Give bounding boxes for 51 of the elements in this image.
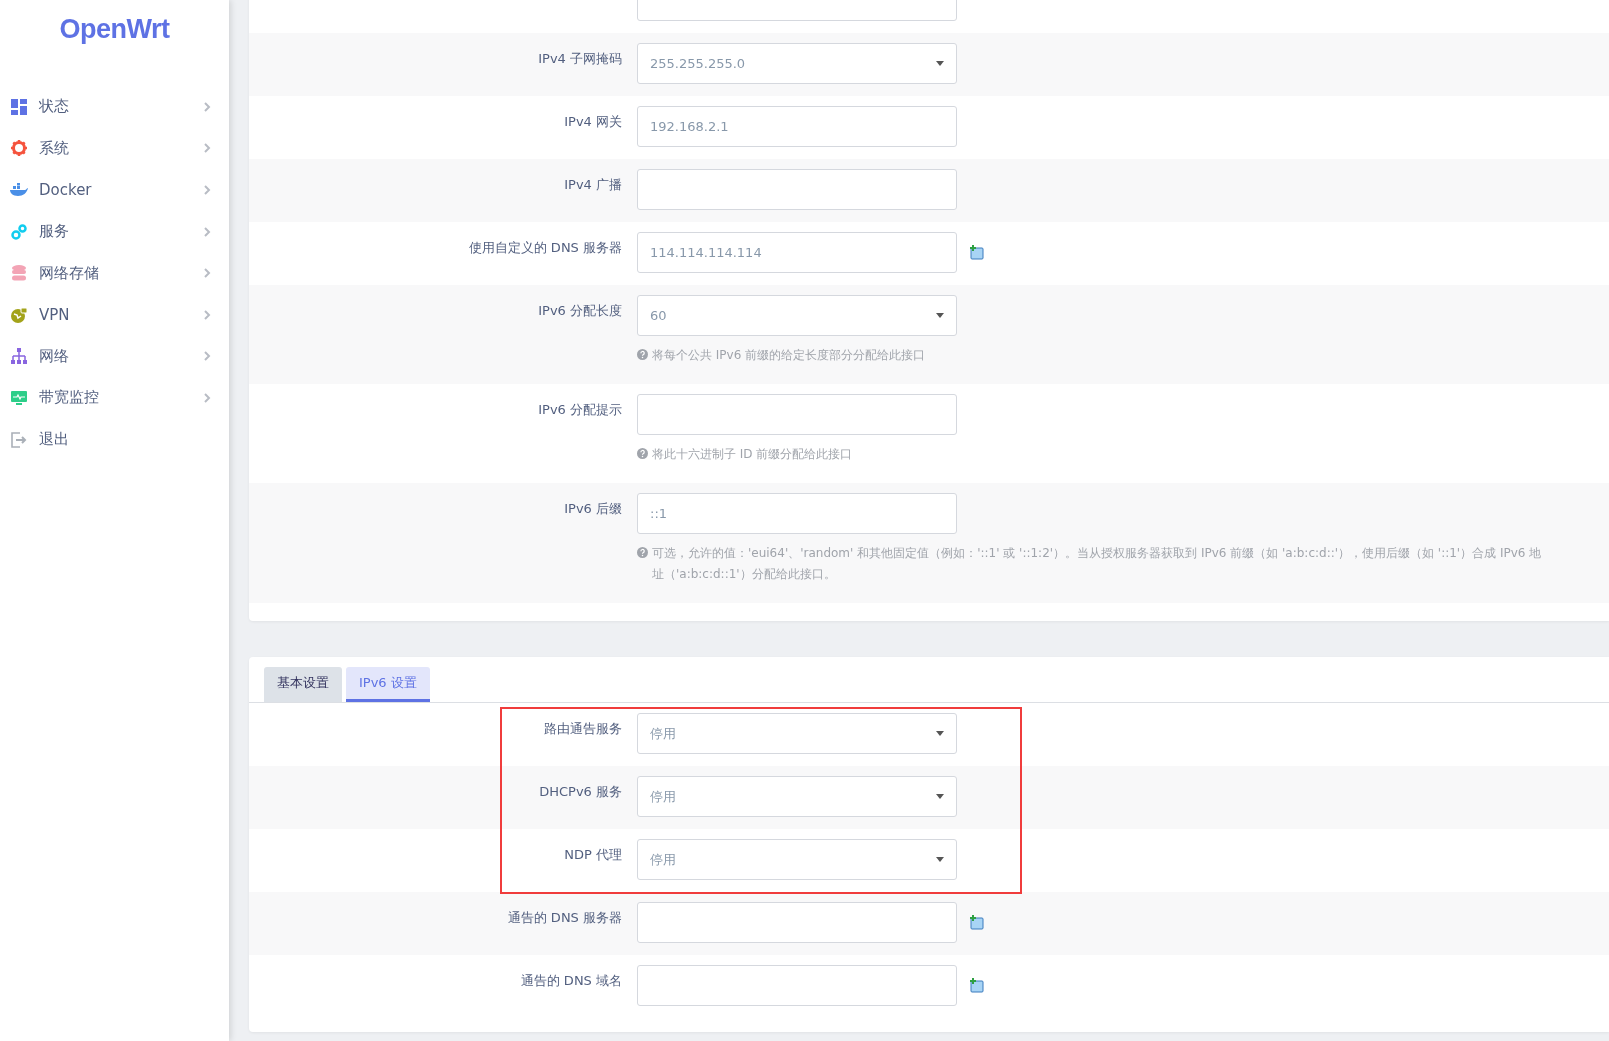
gear-icon: [10, 140, 28, 157]
tab[interactable]: 基本设置: [264, 667, 342, 702]
help-icon: [637, 349, 648, 360]
tab[interactable]: IPv6 设置: [346, 667, 430, 702]
help-icon: [637, 547, 648, 558]
sidebar-item[interactable]: 服务: [0, 210, 229, 253]
globe-lock-icon: [10, 306, 28, 323]
dashboard-icon: [10, 98, 28, 115]
whale-icon: [10, 183, 28, 197]
field-label: 通告的 DNS 域名: [520, 972, 622, 990]
logout-icon: [10, 431, 28, 448]
field-label: 路由通告服务: [544, 720, 622, 738]
field-label: NDP 代理: [564, 846, 622, 864]
input-field[interactable]: [637, 965, 957, 1006]
sidebar-item[interactable]: Docker: [0, 169, 229, 211]
add-button[interactable]: [969, 915, 984, 930]
field-label: IPv4 网关: [564, 113, 622, 131]
caret-icon: [936, 313, 944, 318]
database-icon: [10, 265, 28, 282]
caret-icon: [936, 61, 944, 66]
field-label: IPv6 分配长度: [538, 302, 622, 320]
gears-icon: [10, 223, 28, 240]
field-label: 通告的 DNS 服务器: [507, 909, 622, 927]
caret-icon: [936, 794, 944, 799]
sidebar-item[interactable]: 状态: [0, 86, 229, 128]
field-label: IPv4 子网掩码: [538, 50, 622, 68]
logo: OpenWrt: [58, 13, 171, 46]
field-label: IPv4 广播: [564, 176, 622, 194]
help-icon: [637, 448, 648, 459]
input-field[interactable]: [637, 169, 957, 210]
sidebar-item[interactable]: VPN: [0, 293, 229, 336]
sidebar-item[interactable]: 网络: [0, 335, 229, 378]
add-button[interactable]: [969, 978, 984, 993]
sidebar-item[interactable]: 退出: [0, 418, 229, 461]
monitor-icon: [10, 389, 28, 406]
sidebar-item[interactable]: 网络存储: [0, 252, 229, 294]
field-label: 使用自定义的 DNS 服务器: [468, 239, 622, 257]
input-field[interactable]: [637, 902, 957, 943]
sitemap-icon: [10, 348, 28, 365]
sidebar-item[interactable]: 系统: [0, 127, 229, 170]
add-button[interactable]: [969, 245, 984, 260]
caret-icon: [936, 857, 944, 862]
help-text: 将每个公共 IPv6 前缀的给定长度部分分配给此接口: [652, 347, 926, 364]
field-label: IPv6 分配提示: [538, 401, 622, 419]
help-text: 将此十六进制子 ID 前缀分配给此接口: [652, 446, 853, 463]
help-text: 可选，允许的值：'eui64'、'random' 和其他固定值（例如：'::1' 或 '::1:2'）。当从授权服务器获取到 IPv6 前缀（如 'a:b:c:d::'），使用后缀（如 '::1'）合成 IPv6 地址（'a:b:c:d::1'）分配给此接口。: [652, 545, 1543, 583]
field-label: IPv6 后缀: [564, 500, 622, 518]
sidebar-item[interactable]: 带宽监控: [0, 377, 229, 419]
caret-icon: [936, 731, 944, 736]
input-field[interactable]: [637, 394, 957, 435]
field-label: DHCPv6 服务: [539, 783, 622, 801]
